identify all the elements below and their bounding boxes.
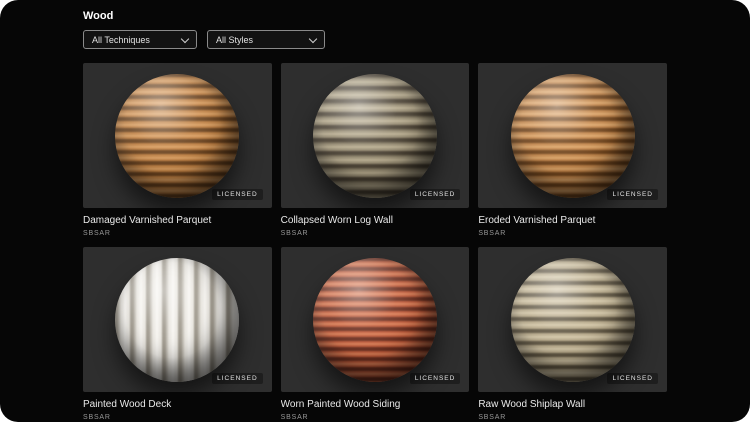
material-thumbnail[interactable]: LICENSED [83,247,272,392]
material-thumbnail[interactable]: LICENSED [478,63,667,208]
material-sphere [115,257,240,382]
material-card[interactable]: LICENSED Eroded Varnished Parquet SBSAR [478,63,667,247]
material-title[interactable]: Damaged Varnished Parquet [83,215,272,227]
material-title[interactable]: Worn Painted Wood Siding [281,399,470,411]
material-title[interactable]: Eroded Varnished Parquet [478,215,667,227]
materials-grid: LICENSED Damaged Varnished Parquet SBSAR… [83,63,667,422]
material-format: SBSAR [478,230,507,237]
material-format: SBSAR [83,230,111,237]
licensed-badge: LICENSED [607,373,658,384]
styles-dropdown[interactable]: All Styles [207,30,325,49]
app-window: Wood All Techniques All Styles LICENSED … [0,0,750,422]
licensed-badge: LICENSED [212,189,263,200]
techniques-dropdown-label: All Techniques [92,34,150,45]
licensed-badge: LICENSED [212,373,263,384]
material-title[interactable]: Painted Wood Deck [83,399,272,411]
material-card[interactable]: LICENSED Raw Wood Shiplap Wall SBSAR [478,247,667,422]
material-title[interactable]: Collapsed Worn Log Wall [281,215,470,227]
material-format: SBSAR [83,414,111,421]
material-sphere [312,73,437,198]
material-format: SBSAR [280,230,309,237]
material-title[interactable]: Raw Wood Shiplap Wall [478,399,667,411]
licensed-badge: LICENSED [409,189,461,200]
material-card[interactable]: LICENSED Damaged Varnished Parquet SBSAR [83,63,272,247]
chevron-down-icon [308,34,318,43]
licensed-badge: LICENSED [607,189,658,200]
material-format: SBSAR [478,414,507,421]
page-title: Wood [83,10,114,22]
material-thumbnail[interactable]: LICENSED [83,63,272,208]
material-sphere [510,73,635,198]
licensed-badge: LICENSED [409,373,461,384]
material-card[interactable]: LICENSED Painted Wood Deck SBSAR [83,247,272,422]
material-thumbnail[interactable]: LICENSED [478,247,667,392]
material-sphere [312,257,437,382]
filter-bar: All Techniques All Styles [83,30,667,49]
material-thumbnail[interactable]: LICENSED [280,247,470,392]
material-format: SBSAR [280,414,309,421]
styles-dropdown-label: All Styles [216,34,254,45]
material-card[interactable]: LICENSED Worn Painted Wood Siding SBSAR [280,247,470,422]
material-sphere [510,257,635,382]
material-card[interactable]: LICENSED Collapsed Worn Log Wall SBSAR [280,63,470,247]
techniques-dropdown[interactable]: All Techniques [83,30,197,49]
chevron-down-icon [180,34,190,43]
material-sphere [115,73,240,198]
material-thumbnail[interactable]: LICENSED [280,63,470,208]
